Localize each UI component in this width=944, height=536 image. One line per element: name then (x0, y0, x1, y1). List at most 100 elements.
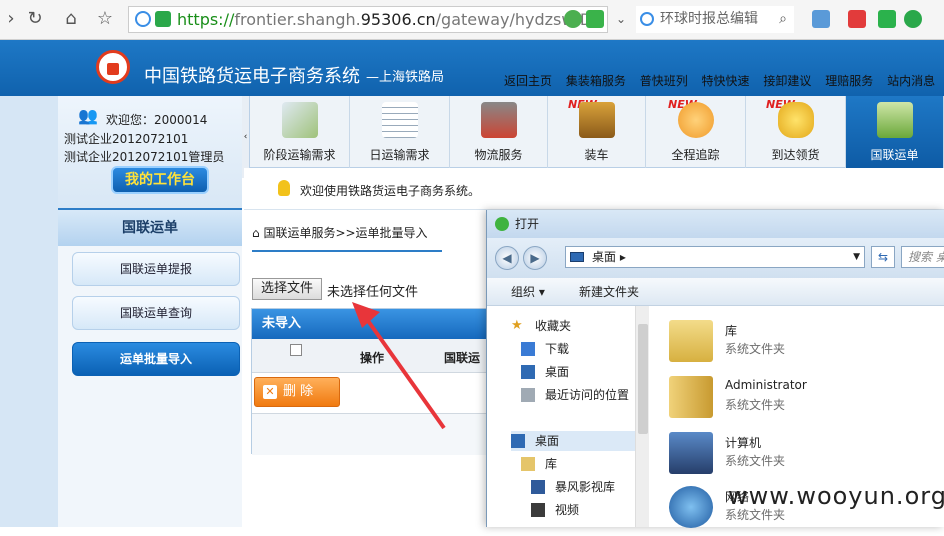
user-company: 测试企业2012072101 (64, 132, 189, 146)
select-all-checkbox[interactable] (290, 344, 302, 356)
chevron-down-icon[interactable]: ⌄ (610, 8, 632, 30)
refresh-icon[interactable]: ⇆ (871, 246, 895, 268)
nav-fast-express[interactable]: 特快快速 (702, 72, 750, 89)
left-margin (0, 40, 58, 527)
nav-container-service[interactable]: 集装箱服务 (566, 72, 626, 89)
lightbulb-icon (278, 180, 290, 196)
nav-recent[interactable]: 最近访问的位置 (521, 385, 629, 405)
railway-logo-icon (96, 50, 130, 84)
dialog-address-bar: ◀ ▶ 桌面 ▸ ▼ ⇆ 搜索 桌 (487, 238, 944, 278)
browser-search-box[interactable]: 环球时报总编辑 (636, 6, 794, 33)
page-info-icon[interactable] (135, 11, 151, 27)
tab-arrival-pickup[interactable]: NEW 到达领货 (746, 96, 846, 168)
nav-label: 最近访问的位置 (545, 388, 630, 402)
user-panel: 👥 欢迎您：2000014 测试企业2012072101 测试企业2012072… (58, 96, 242, 208)
nav-unloading-advice[interactable]: 接卸建议 (763, 72, 811, 89)
people-icon (777, 102, 814, 138)
chevron-down-icon[interactable]: ▼ (853, 247, 860, 267)
bookmark-star-icon[interactable]: ☆ (94, 8, 116, 30)
scroll-thumb[interactable] (638, 324, 648, 434)
nav-label: 下载 (545, 342, 570, 356)
tab-label: 物流服务 (474, 148, 523, 162)
tab-label: 到达领货 (771, 148, 820, 162)
nav-favorites[interactable]: ★ 收藏夹 (511, 316, 571, 336)
nav-regular-express[interactable]: 普快班列 (640, 72, 688, 89)
forward-icon[interactable]: ▶ (523, 246, 547, 270)
refresh-ext-icon[interactable] (564, 10, 582, 28)
top-nav: 返回主页 集装箱服务 普快班列 特快快速 接卸建议 理赔服务 站内消息 (504, 72, 944, 89)
secure-lock-icon (155, 11, 171, 27)
organize-button[interactable]: 组织 ▾ (511, 278, 545, 306)
nav-scrollbar[interactable] (635, 306, 649, 527)
tab-loading[interactable]: NEW 装车 (548, 96, 646, 168)
nav-home[interactable]: 返回主页 (504, 72, 552, 89)
my-workbench-button[interactable]: 我的工作台 (111, 166, 209, 194)
file-item-administrator[interactable]: Administrator 系统文件夹 (669, 372, 929, 426)
breadcrumb-text: 国联运单服务>>运单批量导入 (263, 226, 428, 240)
library-folder-icon (669, 320, 713, 362)
sidebar-item-query[interactable]: 国联运单查询 (72, 296, 240, 330)
video-icon (531, 503, 545, 517)
tab-daily-transport[interactable]: 日运输需求 (350, 96, 450, 168)
truck-icon (480, 102, 517, 138)
back-icon[interactable]: › (0, 8, 22, 30)
nav-desktop-fav[interactable]: 桌面 (521, 362, 569, 382)
delete-button[interactable]: ✕ 删 除 (254, 377, 340, 407)
tab-label: 日运输需求 (369, 148, 430, 162)
download-folder-icon (521, 342, 535, 356)
video-library-icon (531, 480, 545, 494)
user-role: 测试企业2012072101管理员 (64, 150, 225, 164)
tab-stage-transport[interactable]: 阶段运输需求 (250, 96, 350, 168)
nav-claims[interactable]: 理赔服务 (825, 72, 873, 89)
collapse-toggle[interactable]: ‹ (242, 96, 250, 178)
lightning-icon[interactable] (586, 10, 604, 28)
tab-logistics[interactable]: 物流服务 (450, 96, 548, 168)
sidebar: 国联运单 国联运单提报 国联运单查询 运单批量导入 (58, 208, 242, 527)
nav-label: 桌面 (535, 434, 560, 448)
file-type: 系统文件夹 (725, 398, 786, 412)
nav-label: 收藏夹 (535, 319, 572, 333)
search-icon[interactable]: ⌕ (772, 8, 794, 30)
new-folder-button[interactable]: 新建文件夹 (579, 278, 639, 306)
url-scheme: https:// (177, 10, 235, 29)
document-pen-icon (281, 102, 318, 138)
file-type: 系统文件夹 (725, 342, 786, 356)
home-icon: ⌂ (252, 226, 264, 240)
back-icon[interactable]: ◀ (495, 246, 519, 270)
sidebar-item-submit[interactable]: 国联运单提报 (72, 252, 240, 286)
nav-library[interactable]: 库 (521, 454, 557, 474)
path-arrow-icon[interactable]: ▸ (616, 250, 626, 264)
dialog-search-input[interactable]: 搜索 桌 (901, 246, 944, 268)
weibo-icon[interactable] (848, 10, 866, 28)
import-panel: 未导入 操作 国联运 ✕ 删 除 (251, 308, 492, 455)
shield-icon[interactable] (904, 10, 922, 28)
users-icon: 👥 (78, 106, 98, 125)
address-bar[interactable]: https://frontier.shangh.95306.cn/gateway… (128, 6, 608, 33)
nav-baofeng-library[interactable]: 暴风影视库 (531, 477, 615, 497)
notice-text: 欢迎使用铁路货运电子商务系统。 (300, 184, 481, 198)
import-panel-title: 未导入 (252, 309, 492, 339)
file-item-library[interactable]: 库 系统文件夹 (669, 316, 929, 370)
choose-file-button[interactable]: 选择文件 (252, 278, 322, 300)
breadcrumb: ⌂ 国联运单服务>>运单批量导入 (252, 224, 442, 252)
nav-videos[interactable]: 视频 (531, 500, 579, 520)
nav-desktop[interactable]: 桌面 (511, 431, 635, 451)
reload-icon[interactable]: ↻ (24, 8, 46, 30)
dialog-path-input[interactable]: 桌面 ▸ ▼ (565, 246, 865, 268)
tab-full-tracking[interactable]: NEW 全程追踪 (646, 96, 746, 168)
tab-intl-waybill[interactable]: 国联运单 (846, 96, 944, 168)
service-tabs: 阶段运输需求 日运输需求 物流服务 NEW 装车 NEW 全程追踪 NEW 到达… (250, 96, 944, 168)
apps-grid-icon[interactable] (812, 10, 830, 28)
nav-label: 库 (545, 457, 558, 471)
library-icon (521, 457, 535, 471)
nav-downloads[interactable]: 下载 (521, 339, 569, 359)
user-folder-icon (669, 376, 713, 418)
route-tracking-icon (677, 102, 714, 138)
search-text: 环球时报总编辑 (660, 11, 758, 27)
file-item-computer[interactable]: 计算机 系统文件夹 (669, 428, 929, 482)
spreadsheet-icon (381, 102, 418, 138)
sidebar-item-batch-import[interactable]: 运单批量导入 (72, 342, 240, 376)
nav-messages[interactable]: 站内消息 (887, 72, 935, 89)
home-icon[interactable]: ⌂ (60, 8, 82, 30)
wechat-icon[interactable] (878, 10, 896, 28)
